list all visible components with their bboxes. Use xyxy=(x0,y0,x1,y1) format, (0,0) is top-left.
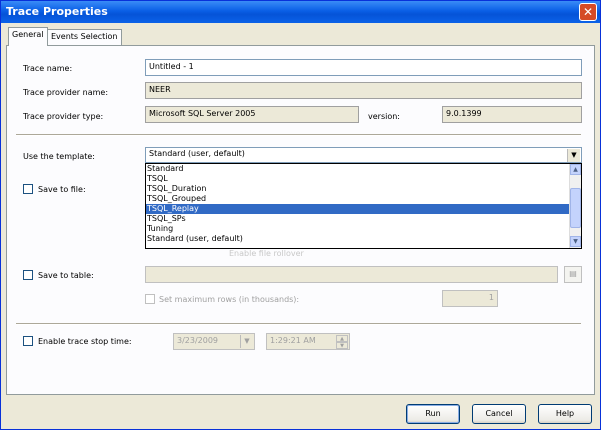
chevron-down-icon[interactable]: ▼ xyxy=(567,149,580,162)
save-to-file-label: Save to file: xyxy=(38,185,86,194)
separator xyxy=(16,323,581,325)
max-rows-field: 1 xyxy=(442,290,498,307)
browse-table-icon[interactable]: ▤ xyxy=(564,266,582,283)
tab-general[interactable]: General xyxy=(8,27,48,46)
stop-date-value: 3/23/2009 xyxy=(177,336,219,345)
save-to-table-checkbox[interactable] xyxy=(23,270,33,280)
enable-stop-time-checkbox[interactable] xyxy=(23,336,33,346)
provider-name-label: Trace provider name: xyxy=(23,88,109,97)
template-dropdown[interactable]: Standard (user, default) ▼ xyxy=(145,147,582,163)
stop-time-field: 1:29:21 AM ▲ ▼ xyxy=(266,333,350,350)
version-label: version: xyxy=(368,112,400,121)
list-scrollbar[interactable]: ▲ ▼ xyxy=(569,164,581,248)
spin-down-icon: ▼ xyxy=(336,342,348,349)
chevron-down-icon: ▼ xyxy=(240,335,253,348)
max-rows-checkbox xyxy=(145,294,155,304)
separator xyxy=(16,134,581,136)
template-option[interactable]: TSQL_Duration xyxy=(146,184,581,194)
template-options-list[interactable]: Standard TSQL TSQL_Duration TSQL_Grouped… xyxy=(145,163,582,249)
scroll-thumb[interactable] xyxy=(570,188,581,228)
spin-up-icon: ▲ xyxy=(336,335,348,342)
template-option-highlighted[interactable]: TSQL_Replay xyxy=(146,204,581,214)
trace-properties-window: Trace Properties ✕ General Events Select… xyxy=(0,0,601,430)
run-button[interactable]: Run xyxy=(406,404,460,424)
tab-events-selection-label: Events Selection xyxy=(51,32,118,41)
close-icon: ✕ xyxy=(582,5,594,19)
cancel-button[interactable]: Cancel xyxy=(472,404,526,424)
max-rows-label: Set maximum rows (in thousands): xyxy=(159,295,300,304)
stop-date-picker: 3/23/2009 ▼ xyxy=(173,333,255,350)
provider-name-field: NEER xyxy=(145,82,582,99)
close-button[interactable]: ✕ xyxy=(579,3,597,21)
window-title: Trace Properties xyxy=(6,5,108,18)
provider-type-field: Microsoft SQL Server 2005 xyxy=(145,106,359,123)
save-to-table-label: Save to table: xyxy=(38,271,94,280)
help-button[interactable]: Help xyxy=(538,404,592,424)
template-option[interactable]: Standard xyxy=(146,164,581,174)
template-selected-value: Standard (user, default) xyxy=(149,149,245,158)
save-to-table-field xyxy=(145,266,558,283)
trace-name-label: Trace name: xyxy=(23,64,73,73)
template-option[interactable]: Standard (user, default) xyxy=(146,234,581,244)
template-option[interactable]: Tuning xyxy=(146,224,581,234)
template-label: Use the template: xyxy=(23,152,95,161)
version-field: 9.0.1399 xyxy=(442,106,582,123)
scroll-up-icon[interactable]: ▲ xyxy=(570,164,581,175)
enable-stop-time-label: Enable trace stop time: xyxy=(38,337,132,346)
file-rollover-hidden-text: Enable file rollover xyxy=(229,249,304,258)
title-bar: Trace Properties ✕ xyxy=(1,1,600,23)
trace-name-input[interactable]: Untitled - 1 xyxy=(145,59,582,76)
stop-time-value: 1:29:21 AM xyxy=(270,336,316,345)
scroll-down-icon[interactable]: ▼ xyxy=(570,236,581,247)
save-to-file-checkbox[interactable] xyxy=(23,184,33,194)
tab-general-label: General xyxy=(12,30,44,39)
template-option[interactable]: TSQL_SPs xyxy=(146,214,581,224)
template-option[interactable]: TSQL_Grouped xyxy=(146,194,581,204)
template-option[interactable]: TSQL xyxy=(146,174,581,184)
provider-type-label: Trace provider type: xyxy=(23,112,104,121)
tab-events-selection[interactable]: Events Selection xyxy=(47,29,122,46)
